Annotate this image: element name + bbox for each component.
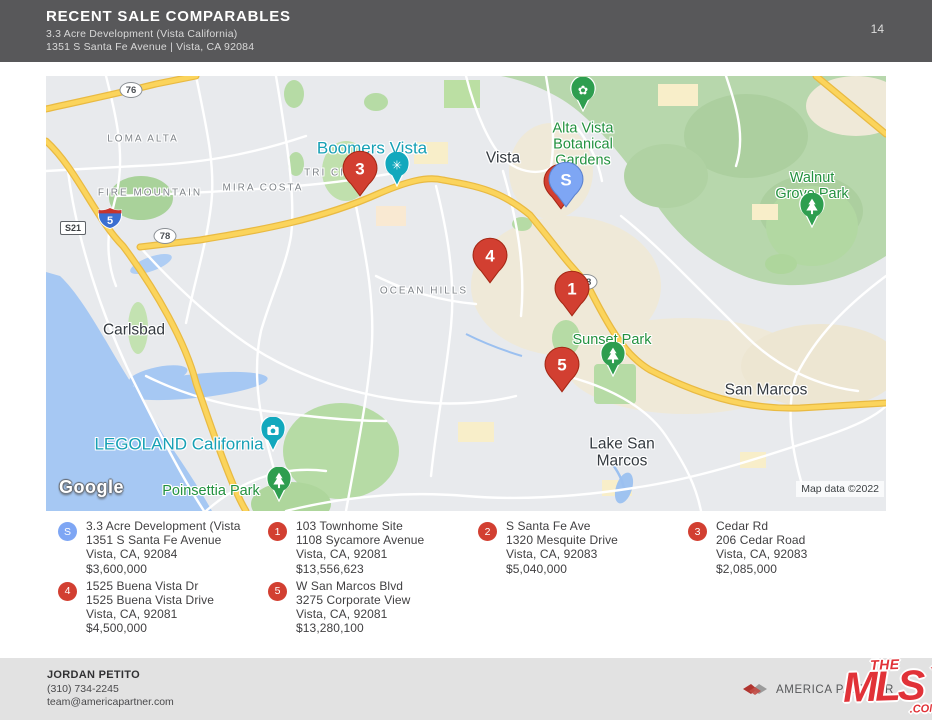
label-poinsettia-park: Poinsettia Park	[162, 483, 260, 499]
header-bar: RECENT SALE COMPARABLES 3.3 Acre Develop…	[0, 0, 932, 62]
legend-item-4: 4 1525 Buena Vista Dr1525 Buena Vista Dri…	[58, 579, 268, 636]
svg-text:4: 4	[485, 247, 495, 266]
page-number: 14	[871, 22, 884, 36]
legend-text-5: W San Marcos Blvd3275 Corporate ViewVist…	[296, 579, 410, 636]
poi-pin-alta-vista[interactable]: ✿	[570, 77, 597, 117]
legend-marker-4: 4	[58, 582, 77, 601]
map-canvas[interactable]: LOMA ALTAFIRE MOUNTAINMIRA COSTATRI CITY…	[46, 76, 886, 511]
themls-logo: THE MLS ™ .COM	[842, 652, 932, 720]
legend-item-2: 2 S Santa Fe Ave1320 Mesquite DriveVista,…	[478, 519, 688, 576]
agent-email: team@americapartner.com	[47, 696, 174, 708]
shield-route-76: 76	[120, 82, 143, 98]
label-fire-mountain: FIRE MOUNTAIN	[98, 187, 202, 198]
legend-marker-3: 3	[688, 522, 707, 541]
mls-com-text: .COM	[909, 703, 932, 716]
poi-pin-boomers[interactable]: ✳	[384, 152, 411, 192]
label-vista: Vista	[486, 149, 520, 166]
map-pin-3[interactable]: 3	[342, 150, 378, 202]
legend-marker-2: 2	[478, 522, 497, 541]
handshake-icon	[741, 680, 769, 700]
page-title: RECENT SALE COMPARABLES	[46, 8, 291, 25]
svg-text:✿: ✿	[578, 84, 588, 98]
map-pin-5[interactable]: 5	[544, 346, 580, 398]
svg-text:S: S	[560, 171, 571, 190]
label-legoland: LEGOLAND California	[94, 434, 263, 453]
legend-text-4: 1525 Buena Vista Dr1525 Buena Vista Driv…	[86, 579, 214, 636]
label-loma-alta: LOMA ALTA	[107, 133, 179, 144]
legend-item-3: 3 Cedar Rd206 Cedar RoadVista, CA, 92083$…	[688, 519, 898, 576]
legend-marker-1: 1	[268, 522, 287, 541]
header-subtitle-1: 3.3 Acre Development (Vista California)	[46, 28, 237, 40]
agent-contact: JORDAN PETITO (310) 734-2245 team@americ…	[47, 669, 174, 708]
label-mira-costa: MIRA COSTA	[223, 182, 304, 193]
shield-s21: S21	[60, 221, 86, 235]
legend-item-1: 1 103 Townhome Site1108 Sycamore AvenueVi…	[268, 519, 478, 576]
agent-phone: (310) 734-2245	[47, 683, 174, 695]
map-pin-subject[interactable]: S	[548, 161, 584, 213]
svg-text:5: 5	[557, 356, 566, 375]
comparables-legend: S 3.3 Acre Development (Vista1351 S Santa…	[46, 519, 896, 636]
map-attribution: Map data ©2022	[796, 481, 884, 497]
legend-text-1: 103 Townhome Site1108 Sycamore AvenueVis…	[296, 519, 424, 576]
poi-pin-legoland[interactable]	[260, 417, 287, 457]
page: RECENT SALE COMPARABLES 3.3 Acre Develop…	[0, 0, 932, 720]
poi-pin-walnut-grove[interactable]	[799, 193, 826, 233]
map-pin-1[interactable]: 1	[554, 270, 590, 322]
legend-text-2: S Santa Fe Ave1320 Mesquite DriveVista, …	[506, 519, 618, 576]
footer-bar: JORDAN PETITO (310) 734-2245 team@americ…	[0, 658, 932, 720]
label-ocean-hills: OCEAN HILLS	[380, 285, 468, 296]
legend-item-5: 5 W San Marcos Blvd3275 Corporate ViewVis…	[268, 579, 478, 636]
svg-text:1: 1	[567, 280, 576, 299]
svg-text:3: 3	[355, 160, 364, 179]
svg-text:5: 5	[107, 215, 113, 227]
shield-interstate-5: 5	[97, 207, 123, 235]
label-san-marcos: San Marcos	[725, 381, 808, 398]
legend-marker-S: S	[58, 522, 77, 541]
legend-text-3: Cedar Rd206 Cedar RoadVista, CA, 92083$2…	[716, 519, 807, 576]
google-logo[interactable]: Google	[59, 477, 124, 498]
legend-text-S: 3.3 Acre Development (Vista1351 S Santa …	[86, 519, 241, 576]
svg-text:✳: ✳	[392, 159, 402, 173]
poi-pin-sunset-park[interactable]	[600, 342, 627, 382]
agent-name: JORDAN PETITO	[47, 669, 174, 681]
poi-pin-poinsettia[interactable]	[266, 467, 293, 507]
shield-route-78-west: 78	[154, 228, 177, 244]
map-pin-4[interactable]: 4	[472, 237, 508, 289]
label-carlsbad: Carlsbad	[103, 321, 165, 338]
label-lake-san-marcos: Lake SanMarcos	[589, 436, 655, 471]
legend-item-S: S 3.3 Acre Development (Vista1351 S Santa…	[58, 519, 268, 576]
legend-marker-5: 5	[268, 582, 287, 601]
header-subtitle-2: 1351 S Santa Fe Avenue | Vista, CA 92084	[46, 41, 254, 53]
